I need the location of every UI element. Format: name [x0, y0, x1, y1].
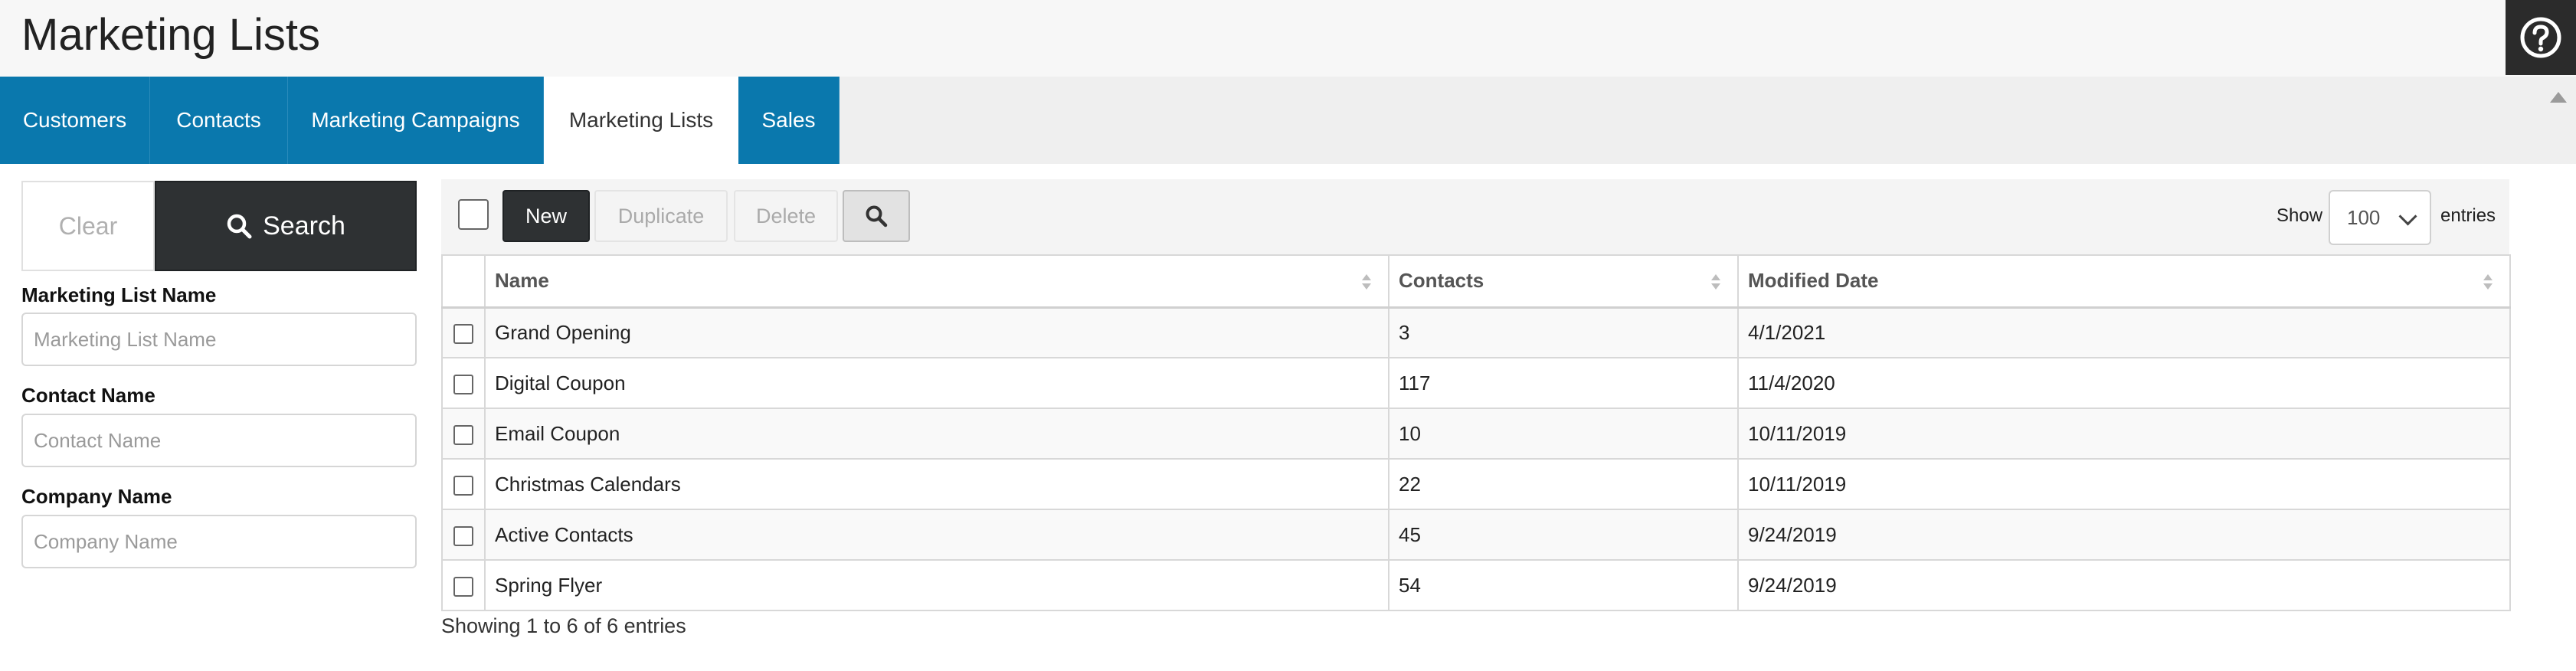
- company-name-input[interactable]: [21, 515, 417, 568]
- column-header-modified-date[interactable]: Modified Date: [1737, 254, 2511, 309]
- table-row[interactable]: Active Contacts 45 9/24/2019: [441, 509, 2511, 561]
- row-checkbox-cell: [441, 458, 486, 510]
- cell-contacts: 10: [1388, 408, 1739, 460]
- column-label: Contacts: [1399, 269, 1484, 293]
- cell-modified-date: 11/4/2020: [1737, 357, 2511, 409]
- row-checkbox[interactable]: [453, 576, 473, 597]
- table-header-row: Name Contacts Modified Date: [441, 254, 2511, 309]
- cell-modified-date: 9/24/2019: [1737, 559, 2511, 611]
- row-checkbox-cell: [441, 559, 486, 611]
- tab-label: Customers: [22, 108, 127, 132]
- row-checkbox[interactable]: [453, 323, 473, 344]
- duplicate-label: Duplicate: [617, 204, 705, 227]
- table-row[interactable]: Grand Opening 3 4/1/2021: [441, 306, 2511, 358]
- table-row[interactable]: Christmas Calendars 22 10/11/2019: [441, 458, 2511, 510]
- sort-icon: [1362, 274, 1371, 290]
- tab-label: Contacts: [176, 108, 261, 132]
- clear-label: Clear: [58, 211, 118, 240]
- column-header-name[interactable]: Name: [484, 254, 1389, 309]
- column-header-contacts[interactable]: Contacts: [1388, 254, 1739, 309]
- column-label: Name: [495, 269, 549, 293]
- cell-modified-date: 9/24/2019: [1737, 509, 2511, 561]
- help-circle-icon: [2520, 17, 2561, 58]
- table-search-button[interactable]: [843, 190, 910, 242]
- table-row[interactable]: Spring Flyer 54 9/24/2019: [441, 559, 2511, 611]
- cell-modified-date: 4/1/2021: [1737, 306, 2511, 358]
- tab-contacts[interactable]: Contacts: [150, 77, 288, 164]
- delete-label: Delete: [755, 204, 817, 227]
- scroll-up-arrow[interactable]: [2550, 92, 2567, 103]
- search-button[interactable]: Search: [155, 181, 417, 271]
- entries-per-page-select[interactable]: 100: [2329, 190, 2431, 245]
- page-header: Marketing Lists: [0, 0, 2576, 78]
- search-label: Search: [263, 211, 345, 241]
- tab-label: Marketing Campaigns: [311, 108, 520, 132]
- tab-marketing-lists[interactable]: Marketing Lists: [544, 77, 738, 164]
- row-checkbox[interactable]: [453, 475, 473, 496]
- cell-name[interactable]: Digital Coupon: [484, 357, 1389, 409]
- sort-icon: [1711, 274, 1720, 290]
- table-info-text: Showing 1 to 6 of 6 entries: [441, 614, 686, 637]
- row-checkbox-cell: [441, 306, 486, 358]
- cell-name[interactable]: Grand Opening: [484, 306, 1389, 358]
- row-checkbox-cell: [441, 509, 486, 561]
- marketing-list-name-input[interactable]: [21, 313, 417, 366]
- cell-contacts: 54: [1388, 559, 1739, 611]
- tab-bar: Customers Contacts Marketing Campaigns M…: [0, 77, 2576, 164]
- search-icon: [227, 214, 252, 239]
- marketing-list-name-label: Marketing List Name: [21, 283, 217, 306]
- cell-contacts: 45: [1388, 509, 1739, 561]
- chevron-down-icon: [2398, 207, 2417, 226]
- show-label: Show: [2277, 205, 2323, 226]
- header-checkbox-cell: [441, 254, 486, 309]
- company-name-label: Company Name: [21, 485, 172, 508]
- cell-name[interactable]: Spring Flyer: [484, 559, 1389, 611]
- row-checkbox-cell: [441, 357, 486, 409]
- cell-name[interactable]: Email Coupon: [484, 408, 1389, 460]
- table-row[interactable]: Email Coupon 10 10/11/2019: [441, 408, 2511, 460]
- new-button[interactable]: New: [502, 190, 590, 242]
- cell-name[interactable]: Christmas Calendars: [484, 458, 1389, 510]
- cell-name[interactable]: Active Contacts: [484, 509, 1389, 561]
- table-row[interactable]: Digital Coupon 117 11/4/2020: [441, 357, 2511, 409]
- tab-label: Marketing Lists: [568, 108, 714, 132]
- row-checkbox[interactable]: [453, 424, 473, 445]
- contact-name-input[interactable]: [21, 414, 417, 467]
- entries-label: entries: [2440, 205, 2496, 226]
- cell-contacts: 3: [1388, 306, 1739, 358]
- row-checkbox[interactable]: [453, 374, 473, 394]
- column-label: Modified Date: [1748, 269, 1879, 293]
- tab-marketing-campaigns[interactable]: Marketing Campaigns: [288, 77, 544, 164]
- cell-modified-date: 10/11/2019: [1737, 458, 2511, 510]
- tab-customers[interactable]: Customers: [0, 77, 150, 164]
- help-button[interactable]: [2506, 0, 2576, 75]
- contact-name-label: Contact Name: [21, 384, 155, 407]
- new-label: New: [525, 204, 567, 227]
- duplicate-button[interactable]: Duplicate: [594, 190, 728, 242]
- sort-icon: [2483, 274, 2493, 290]
- tab-sales[interactable]: Sales: [738, 77, 840, 164]
- page-title: Marketing Lists: [21, 10, 321, 60]
- row-checkbox-cell: [441, 408, 486, 460]
- search-icon: [866, 205, 888, 227]
- marketing-lists-table: Name Contacts Modified Date Grand Openin…: [441, 254, 2511, 611]
- select-all-checkbox[interactable]: [458, 199, 489, 230]
- delete-button[interactable]: Delete: [734, 190, 838, 242]
- entries-value: 100: [2347, 205, 2381, 229]
- row-checkbox[interactable]: [453, 525, 473, 546]
- cell-modified-date: 10/11/2019: [1737, 408, 2511, 460]
- cell-contacts: 117: [1388, 357, 1739, 409]
- cell-contacts: 22: [1388, 458, 1739, 510]
- tab-label: Sales: [761, 108, 816, 132]
- clear-button[interactable]: Clear: [21, 181, 155, 271]
